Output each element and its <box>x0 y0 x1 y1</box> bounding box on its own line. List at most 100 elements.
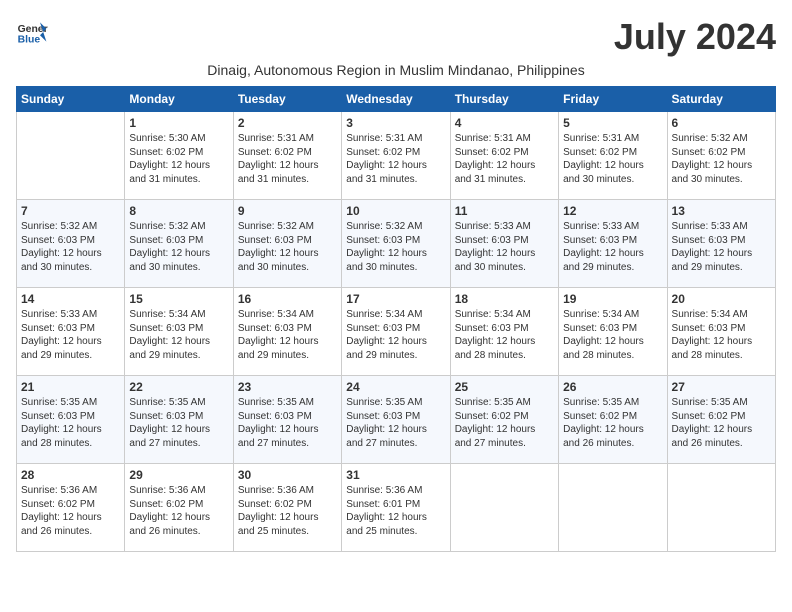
day-number: 22 <box>129 380 228 394</box>
day-info: Sunrise: 5:32 AM Sunset: 6:02 PM Dayligh… <box>672 132 771 186</box>
day-number: 10 <box>346 204 445 218</box>
day-info: Sunrise: 5:36 AM Sunset: 6:02 PM Dayligh… <box>21 484 120 538</box>
day-number: 3 <box>346 116 445 130</box>
day-info: Sunrise: 5:35 AM Sunset: 6:03 PM Dayligh… <box>238 396 337 450</box>
day-info: Sunrise: 5:32 AM Sunset: 6:03 PM Dayligh… <box>129 220 228 274</box>
day-number: 11 <box>455 204 554 218</box>
day-number: 19 <box>563 292 662 306</box>
day-number: 24 <box>346 380 445 394</box>
header-sunday: Sunday <box>17 87 125 112</box>
day-number: 2 <box>238 116 337 130</box>
calendar-cell: 10 Sunrise: 5:32 AM Sunset: 6:03 PM Dayli… <box>342 200 450 288</box>
week-row-3: 14 Sunrise: 5:33 AM Sunset: 6:03 PM Dayli… <box>17 288 776 376</box>
calendar-cell: 31Sunrise: 5:36 AM Sunset: 6:01 PM Dayli… <box>342 464 450 552</box>
calendar-cell: 23Sunrise: 5:35 AM Sunset: 6:03 PM Dayli… <box>233 376 341 464</box>
day-number: 13 <box>672 204 771 218</box>
calendar-cell: 18Sunrise: 5:34 AM Sunset: 6:03 PM Dayli… <box>450 288 558 376</box>
day-info: Sunrise: 5:34 AM Sunset: 6:03 PM Dayligh… <box>672 308 771 362</box>
calendar-cell: 2Sunrise: 5:31 AM Sunset: 6:02 PM Daylig… <box>233 112 341 200</box>
calendar-cell: 29 Sunrise: 5:36 AM Sunset: 6:02 PM Dayli… <box>125 464 233 552</box>
month-title: July 2024 <box>614 16 776 58</box>
calendar-cell: 30 Sunrise: 5:36 AM Sunset: 6:02 PM Dayli… <box>233 464 341 552</box>
calendar-cell: 21 Sunrise: 5:35 AM Sunset: 6:03 PM Dayli… <box>17 376 125 464</box>
day-number: 27 <box>672 380 771 394</box>
day-info: Sunrise: 5:36 AM Sunset: 6:02 PM Dayligh… <box>129 484 228 538</box>
day-info: Sunrise: 5:35 AM Sunset: 6:03 PM Dayligh… <box>21 396 120 450</box>
day-number: 14 <box>21 292 120 306</box>
day-info: Sunrise: 5:33 AM Sunset: 6:03 PM Dayligh… <box>21 308 120 362</box>
header-wednesday: Wednesday <box>342 87 450 112</box>
calendar-cell: 27 Sunrise: 5:35 AM Sunset: 6:02 PM Dayli… <box>667 376 775 464</box>
day-info: Sunrise: 5:30 AM Sunset: 6:02 PM Dayligh… <box>129 132 228 186</box>
day-info: Sunrise: 5:34 AM Sunset: 6:03 PM Dayligh… <box>238 308 337 362</box>
day-info: Sunrise: 5:32 AM Sunset: 6:03 PM Dayligh… <box>21 220 120 274</box>
day-number: 25 <box>455 380 554 394</box>
calendar-cell: 22 Sunrise: 5:35 AM Sunset: 6:03 PM Dayli… <box>125 376 233 464</box>
day-number: 20 <box>672 292 771 306</box>
day-number: 7 <box>21 204 120 218</box>
calendar-cell: 5 Sunrise: 5:31 AM Sunset: 6:02 PM Daylig… <box>559 112 667 200</box>
day-number: 28 <box>21 468 120 482</box>
day-number: 21 <box>21 380 120 394</box>
calendar-cell: 3 Sunrise: 5:31 AM Sunset: 6:02 PM Daylig… <box>342 112 450 200</box>
day-info: Sunrise: 5:36 AM Sunset: 6:02 PM Dayligh… <box>238 484 337 538</box>
day-info: Sunrise: 5:33 AM Sunset: 6:03 PM Dayligh… <box>455 220 554 274</box>
svg-text:Blue: Blue <box>18 34 41 45</box>
day-number: 31 <box>346 468 445 482</box>
calendar-cell: 26Sunrise: 5:35 AM Sunset: 6:02 PM Dayli… <box>559 376 667 464</box>
calendar-cell <box>450 464 558 552</box>
day-number: 30 <box>238 468 337 482</box>
calendar-cell: 14 Sunrise: 5:33 AM Sunset: 6:03 PM Dayli… <box>17 288 125 376</box>
calendar-table: SundayMondayTuesdayWednesdayThursdayFrid… <box>16 86 776 552</box>
header-top: General Blue July 2024 <box>16 16 776 58</box>
calendar-cell: 28 Sunrise: 5:36 AM Sunset: 6:02 PM Dayli… <box>17 464 125 552</box>
day-info: Sunrise: 5:35 AM Sunset: 6:03 PM Dayligh… <box>129 396 228 450</box>
day-info: Sunrise: 5:32 AM Sunset: 6:03 PM Dayligh… <box>238 220 337 274</box>
day-info: Sunrise: 5:34 AM Sunset: 6:03 PM Dayligh… <box>346 308 445 362</box>
header-saturday: Saturday <box>667 87 775 112</box>
day-number: 5 <box>563 116 662 130</box>
day-number: 9 <box>238 204 337 218</box>
week-row-1: 1 Sunrise: 5:30 AM Sunset: 6:02 PM Daylig… <box>17 112 776 200</box>
calendar-cell: 8 Sunrise: 5:32 AM Sunset: 6:03 PM Daylig… <box>125 200 233 288</box>
day-info: Sunrise: 5:34 AM Sunset: 6:03 PM Dayligh… <box>563 308 662 362</box>
day-info: Sunrise: 5:35 AM Sunset: 6:03 PM Dayligh… <box>346 396 445 450</box>
calendar-cell: 9 Sunrise: 5:32 AM Sunset: 6:03 PM Daylig… <box>233 200 341 288</box>
day-number: 8 <box>129 204 228 218</box>
calendar-cell <box>559 464 667 552</box>
calendar-cell: 6Sunrise: 5:32 AM Sunset: 6:02 PM Daylig… <box>667 112 775 200</box>
calendar-cell: 20 Sunrise: 5:34 AM Sunset: 6:03 PM Dayli… <box>667 288 775 376</box>
header-monday: Monday <box>125 87 233 112</box>
day-info: Sunrise: 5:31 AM Sunset: 6:02 PM Dayligh… <box>346 132 445 186</box>
day-number: 16 <box>238 292 337 306</box>
calendar-cell: 4Sunrise: 5:31 AM Sunset: 6:02 PM Daylig… <box>450 112 558 200</box>
day-info: Sunrise: 5:33 AM Sunset: 6:03 PM Dayligh… <box>563 220 662 274</box>
calendar-cell: 11 Sunrise: 5:33 AM Sunset: 6:03 PM Dayli… <box>450 200 558 288</box>
calendar-cell: 15Sunrise: 5:34 AM Sunset: 6:03 PM Dayli… <box>125 288 233 376</box>
day-number: 29 <box>129 468 228 482</box>
calendar-cell: 16 Sunrise: 5:34 AM Sunset: 6:03 PM Dayli… <box>233 288 341 376</box>
day-info: Sunrise: 5:32 AM Sunset: 6:03 PM Dayligh… <box>346 220 445 274</box>
day-number: 12 <box>563 204 662 218</box>
calendar-cell: 24 Sunrise: 5:35 AM Sunset: 6:03 PM Dayli… <box>342 376 450 464</box>
day-info: Sunrise: 5:31 AM Sunset: 6:02 PM Dayligh… <box>455 132 554 186</box>
day-info: Sunrise: 5:31 AM Sunset: 6:02 PM Dayligh… <box>563 132 662 186</box>
week-row-5: 28 Sunrise: 5:36 AM Sunset: 6:02 PM Dayli… <box>17 464 776 552</box>
week-row-4: 21 Sunrise: 5:35 AM Sunset: 6:03 PM Dayli… <box>17 376 776 464</box>
day-info: Sunrise: 5:35 AM Sunset: 6:02 PM Dayligh… <box>455 396 554 450</box>
week-row-2: 7 Sunrise: 5:32 AM Sunset: 6:03 PM Daylig… <box>17 200 776 288</box>
calendar-cell: 12 Sunrise: 5:33 AM Sunset: 6:03 PM Dayli… <box>559 200 667 288</box>
calendar-cell: 19 Sunrise: 5:34 AM Sunset: 6:03 PM Dayli… <box>559 288 667 376</box>
calendar-cell: 1 Sunrise: 5:30 AM Sunset: 6:02 PM Daylig… <box>125 112 233 200</box>
day-number: 1 <box>129 116 228 130</box>
day-number: 17 <box>346 292 445 306</box>
calendar-cell: 17 Sunrise: 5:34 AM Sunset: 6:03 PM Dayli… <box>342 288 450 376</box>
header-tuesday: Tuesday <box>233 87 341 112</box>
day-info: Sunrise: 5:35 AM Sunset: 6:02 PM Dayligh… <box>563 396 662 450</box>
calendar-header-row: SundayMondayTuesdayWednesdayThursdayFrid… <box>17 87 776 112</box>
day-info: Sunrise: 5:35 AM Sunset: 6:02 PM Dayligh… <box>672 396 771 450</box>
day-number: 15 <box>129 292 228 306</box>
logo: General Blue <box>16 16 48 48</box>
day-info: Sunrise: 5:33 AM Sunset: 6:03 PM Dayligh… <box>672 220 771 274</box>
calendar-cell <box>17 112 125 200</box>
